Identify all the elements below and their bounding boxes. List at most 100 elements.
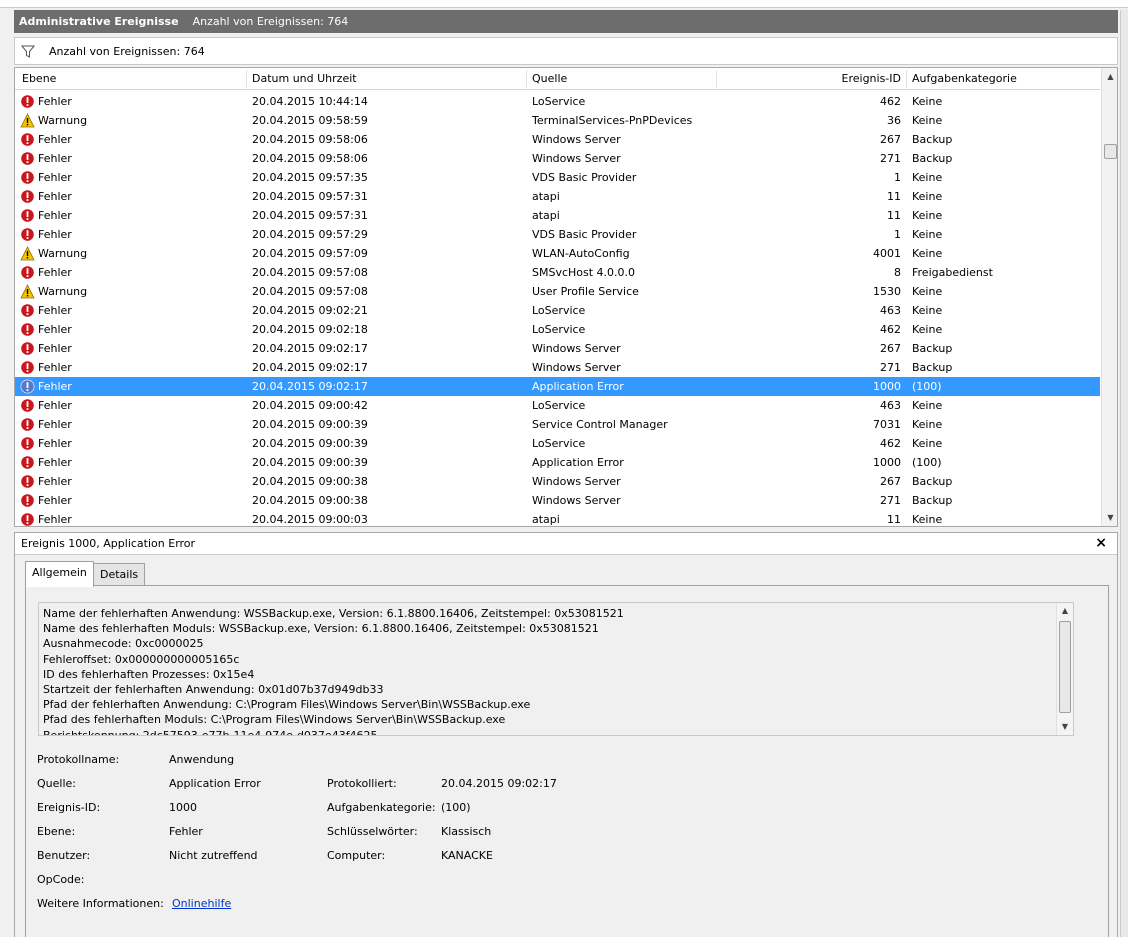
- message-line: ID des fehlerhaften Prozesses: 0x15e4: [43, 667, 255, 681]
- row-date: 20.04.2015 09:02:21: [252, 304, 368, 317]
- list-scrollbar[interactable]: ▲ ▼: [1101, 68, 1117, 526]
- warning-icon: [20, 284, 35, 299]
- row-source: LoService: [532, 437, 586, 450]
- message-scroll-thumb[interactable]: [1059, 621, 1071, 713]
- label-ereignis-id: Ereignis-ID:: [37, 801, 101, 814]
- error-icon: [20, 398, 35, 413]
- label-schluesselwoerter: Schlüsselwörter:: [327, 825, 418, 838]
- table-row[interactable]: Warnung 20.04.2015 09:58:59 TerminalServic…: [15, 111, 1100, 130]
- row-level: Warnung: [38, 114, 88, 127]
- table-row[interactable]: Fehler 20.04.2015 09:02:17 Windows Server 2…: [15, 358, 1100, 377]
- row-date: 20.04.2015 09:57:29: [252, 228, 368, 241]
- table-row[interactable]: Fehler 20.04.2015 09:00:38 Windows Server 2…: [15, 472, 1100, 491]
- column-header-level[interactable]: Ebene: [22, 72, 56, 85]
- row-category: Keine: [912, 190, 943, 203]
- row-date: 20.04.2015 09:57:31: [252, 209, 368, 222]
- row-date: 20.04.2015 09:00:42: [252, 399, 368, 412]
- row-event-id: 1530: [873, 285, 901, 298]
- row-source: Windows Server: [532, 361, 621, 374]
- table-row[interactable]: Fehler 20.04.2015 09:02:17 Application Err…: [15, 377, 1100, 396]
- row-level: Fehler: [38, 513, 72, 526]
- label-computer: Computer:: [327, 849, 386, 862]
- event-count-title: Anzahl von Ereignissen: 764: [192, 15, 349, 28]
- message-line: Berichtskennung: 2dc57593-e77b-11e4-974e…: [43, 728, 378, 736]
- row-level: Fehler: [38, 266, 72, 279]
- row-event-id: 8: [894, 266, 901, 279]
- row-level: Fehler: [38, 380, 72, 393]
- table-row[interactable]: Fehler 20.04.2015 09:00:39 LoService 462 Kei…: [15, 434, 1100, 453]
- tab-details[interactable]: Details: [93, 563, 146, 586]
- column-separator[interactable]: [526, 70, 527, 88]
- table-row[interactable]: Fehler 20.04.2015 10:44:14 LoService 462 Kei…: [15, 92, 1100, 111]
- row-level: Fehler: [38, 304, 72, 317]
- row-date: 20.04.2015 09:00:39: [252, 437, 368, 450]
- table-row[interactable]: Fehler 20.04.2015 09:58:06 Windows Server 2…: [15, 149, 1100, 168]
- table-row[interactable]: Warnung 20.04.2015 09:57:08 User Profile S…: [15, 282, 1100, 301]
- row-category: Keine: [912, 171, 943, 184]
- table-row[interactable]: Fehler 20.04.2015 09:00:39 Application Err…: [15, 453, 1100, 472]
- table-row[interactable]: Fehler 20.04.2015 09:57:31 atapi 11 Keine: [15, 206, 1100, 225]
- table-row[interactable]: Fehler 20.04.2015 09:57:08 SMSvcHost 4.0.0…: [15, 263, 1100, 282]
- column-header-event-id[interactable]: Ereignis-ID: [775, 72, 901, 85]
- message-line: Name des fehlerhaften Moduls: WSSBackup.…: [43, 622, 599, 636]
- row-level: Fehler: [38, 437, 72, 450]
- row-category: Freigabedienst: [912, 266, 993, 279]
- table-row[interactable]: Fehler 20.04.2015 09:00:38 Windows Server 2…: [15, 491, 1100, 510]
- row-category: (100): [912, 380, 942, 393]
- table-row[interactable]: Fehler 20.04.2015 09:58:06 Windows Server 2…: [15, 130, 1100, 149]
- table-row[interactable]: Fehler 20.04.2015 09:00:39 Service Control…: [15, 415, 1100, 434]
- table-row[interactable]: Fehler 20.04.2015 09:57:35 VDS Basic Provi…: [15, 168, 1100, 187]
- row-event-id: 267: [880, 475, 901, 488]
- onlinehilfe-link[interactable]: Onlinehilfe: [172, 897, 231, 910]
- list-scroll-thumb[interactable]: [1104, 144, 1117, 159]
- row-event-id: 4001: [873, 247, 901, 260]
- row-source: LoService: [532, 95, 586, 108]
- close-icon[interactable]: ×: [1095, 535, 1107, 551]
- event-message-box[interactable]: Name der fehlerhaften Anwendung: WSSBack…: [38, 602, 1074, 736]
- message-scrollbar[interactable]: ▲ ▼: [1056, 603, 1073, 735]
- column-separator[interactable]: [906, 70, 907, 88]
- row-event-id: 11: [887, 209, 901, 222]
- table-row[interactable]: Warnung 20.04.2015 09:57:09 WLAN-AutoConfi…: [15, 244, 1100, 263]
- row-source: LoService: [532, 304, 586, 317]
- row-level: Fehler: [38, 190, 72, 203]
- tab-allgemein[interactable]: Allgemein: [25, 561, 94, 587]
- row-source: Windows Server: [532, 152, 621, 165]
- scroll-down-icon[interactable]: ▼: [1102, 509, 1117, 526]
- table-row[interactable]: Fehler 20.04.2015 09:02:21 LoService 463 Kei…: [15, 301, 1100, 320]
- column-header-category[interactable]: Aufgabenkategorie: [912, 72, 1017, 85]
- error-icon: [20, 417, 35, 432]
- table-row[interactable]: Fehler 20.04.2015 09:02:18 LoService 462 Kei…: [15, 320, 1100, 339]
- row-category: Backup: [912, 494, 953, 507]
- row-source: LoService: [532, 399, 586, 412]
- scroll-up-icon[interactable]: ▲: [1057, 603, 1073, 619]
- column-separator[interactable]: [246, 70, 247, 88]
- table-row[interactable]: Fehler 20.04.2015 09:00:03 atapi 11 Keine: [15, 510, 1100, 526]
- scroll-up-icon[interactable]: ▲: [1102, 68, 1117, 85]
- message-line: Ausnahmecode: 0xc0000025: [43, 637, 204, 651]
- row-event-id: 11: [887, 513, 901, 526]
- row-source: Windows Server: [532, 342, 621, 355]
- row-source: VDS Basic Provider: [532, 171, 637, 184]
- column-header-date[interactable]: Datum und Uhrzeit: [252, 72, 357, 85]
- table-row[interactable]: Fehler 20.04.2015 09:00:42 LoService 463 Kei…: [15, 396, 1100, 415]
- table-row[interactable]: Fehler 20.04.2015 09:57:29 VDS Basic Provi…: [15, 225, 1100, 244]
- column-header-source[interactable]: Quelle: [532, 72, 567, 85]
- filter-icon[interactable]: [21, 45, 35, 58]
- label-ebene: Ebene:: [37, 825, 76, 838]
- table-row[interactable]: Fehler 20.04.2015 09:02:17 Windows Server 2…: [15, 339, 1100, 358]
- scroll-down-icon[interactable]: ▼: [1057, 719, 1073, 735]
- row-source: SMSvcHost 4.0.0.0: [532, 266, 636, 279]
- general-tab-panel: Name der fehlerhaften Anwendung: WSSBack…: [25, 585, 1109, 937]
- value-computer: KANACKE: [441, 849, 493, 862]
- table-row[interactable]: Fehler 20.04.2015 09:57:31 atapi 11 Keine: [15, 187, 1100, 206]
- error-icon: [20, 265, 35, 280]
- column-separator[interactable]: [716, 70, 717, 88]
- row-source: Windows Server: [532, 475, 621, 488]
- row-event-id: 462: [880, 323, 901, 336]
- value-benutzer: Nicht zutreffend: [169, 849, 258, 862]
- error-icon: [20, 208, 35, 223]
- error-icon: [20, 227, 35, 242]
- row-event-id: 1000: [873, 456, 901, 469]
- error-icon: [20, 360, 35, 375]
